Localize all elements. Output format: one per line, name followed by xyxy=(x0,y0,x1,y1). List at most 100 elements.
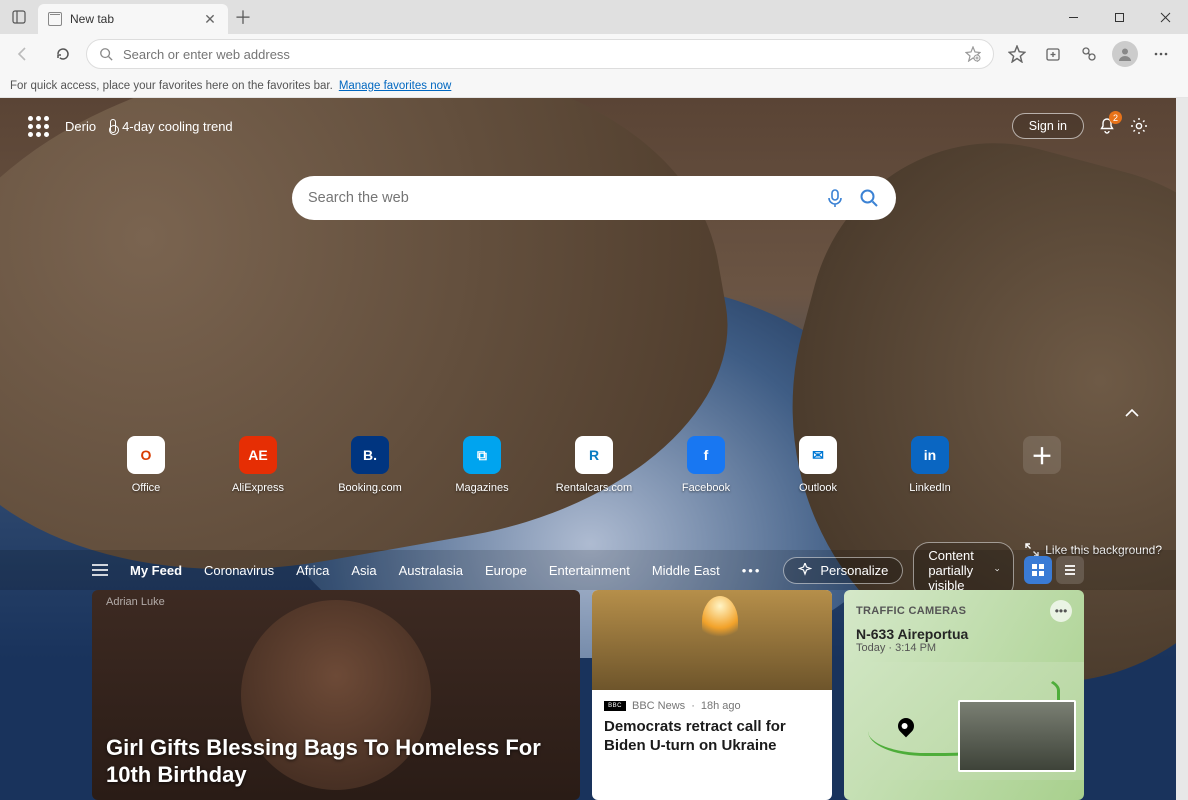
plus-icon: ＋ xyxy=(1023,436,1061,474)
sparkle-icon xyxy=(798,563,812,577)
quick-link-tile[interactable]: O Office xyxy=(114,436,178,494)
new-tab-content: Derio 4-day cooling trend Sign in 2 O Off… xyxy=(0,98,1188,800)
traffic-map[interactable] xyxy=(844,662,1084,780)
minimize-button[interactable] xyxy=(1050,0,1096,34)
add-favorite-icon[interactable] xyxy=(965,46,981,62)
profile-button[interactable] xyxy=(1108,37,1142,71)
tile-icon: in xyxy=(911,436,949,474)
quick-link-tile[interactable]: in LinkedIn xyxy=(898,436,962,494)
tile-icon: B. xyxy=(351,436,389,474)
feed-more-button[interactable]: ••• xyxy=(742,563,762,578)
window-controls xyxy=(1050,0,1188,34)
list-view-button[interactable] xyxy=(1056,556,1084,584)
favorites-hint: For quick access, place your favorites h… xyxy=(10,80,333,92)
location-label[interactable]: Derio xyxy=(65,119,96,134)
settings-button[interactable] xyxy=(1130,117,1148,135)
search-icon[interactable] xyxy=(858,187,880,209)
maximize-button[interactable] xyxy=(1096,0,1142,34)
feed-menu-button[interactable] xyxy=(92,564,108,576)
collections-button[interactable] xyxy=(1036,37,1070,71)
card-credit: Adrian Luke xyxy=(106,596,165,608)
tab-close-button[interactable]: ✕ xyxy=(202,11,218,27)
favorites-bar: For quick access, place your favorites h… xyxy=(0,74,1188,98)
feed-tab[interactable]: Africa xyxy=(296,563,329,578)
notification-badge: 2 xyxy=(1109,111,1122,124)
traffic-timestamp: Today · 3:14 PM xyxy=(844,642,1084,654)
tile-icon: ✉ xyxy=(799,436,837,474)
tile-label: Office xyxy=(132,482,161,494)
tab-favicon-icon xyxy=(48,12,62,26)
view-toggle xyxy=(1024,556,1084,584)
feed-tab[interactable]: Middle East xyxy=(652,563,720,578)
add-tile-button[interactable]: ＋ xyxy=(1010,436,1074,494)
web-search-bar[interactable] xyxy=(292,176,896,220)
chevron-down-icon xyxy=(995,567,999,573)
browser-tab[interactable]: New tab ✕ xyxy=(38,4,228,34)
weather-widget[interactable]: 4-day cooling trend xyxy=(110,119,233,134)
tile-icon: f xyxy=(687,436,725,474)
weather-text: 4-day cooling trend xyxy=(122,119,233,134)
new-tab-button[interactable]: ＋ xyxy=(228,0,258,34)
back-button xyxy=(6,37,40,71)
card-image xyxy=(592,590,832,690)
collapse-tiles-button[interactable] xyxy=(1124,408,1140,418)
manage-favorites-link[interactable]: Manage favorites now xyxy=(339,80,452,92)
gear-icon xyxy=(1130,117,1148,135)
scrollbar[interactable] xyxy=(1176,98,1188,800)
more-button[interactable] xyxy=(1144,37,1178,71)
quick-link-tile[interactable]: ⧉ Magazines xyxy=(450,436,514,494)
tile-label: Facebook xyxy=(682,482,730,494)
tile-icon: R xyxy=(575,436,613,474)
address-bar[interactable] xyxy=(86,39,994,69)
feed-nav: My Feed Coronavirus Africa Asia Australasia… xyxy=(0,550,1176,590)
grid-view-button[interactable] xyxy=(1024,556,1052,584)
feed-row: Adrian Luke Girl Gifts Blessing Bags To … xyxy=(92,590,1084,800)
toolbar xyxy=(0,34,1188,74)
tab-title: New tab xyxy=(70,12,194,26)
card-more-button[interactable]: ••• xyxy=(1050,600,1072,622)
address-input[interactable] xyxy=(123,47,955,62)
card-title: TRAFFIC CAMERAS xyxy=(856,605,966,617)
tile-label: Magazines xyxy=(455,482,508,494)
app-launcher-icon[interactable] xyxy=(28,116,49,137)
tile-icon: O xyxy=(127,436,165,474)
feed-tab[interactable]: Europe xyxy=(485,563,527,578)
tile-label: AliExpress xyxy=(232,482,284,494)
tile-label: Outlook xyxy=(799,482,837,494)
quick-link-tile[interactable]: ✉ Outlook xyxy=(786,436,850,494)
notifications-button[interactable]: 2 xyxy=(1098,117,1116,135)
extensions-button[interactable] xyxy=(1072,37,1106,71)
thermometer-icon xyxy=(110,119,116,133)
signin-button[interactable]: Sign in xyxy=(1012,113,1084,139)
quick-link-tile[interactable]: B. Booking.com xyxy=(338,436,402,494)
personalize-button[interactable]: Personalize xyxy=(783,557,903,584)
tile-label: LinkedIn xyxy=(909,482,951,494)
feed-tab[interactable]: Entertainment xyxy=(549,563,630,578)
tile-label: Booking.com xyxy=(338,482,402,494)
tile-icon: ⧉ xyxy=(463,436,501,474)
feed-tab-myfeed[interactable]: My Feed xyxy=(130,563,182,578)
feed-card-traffic[interactable]: TRAFFIC CAMERAS ••• N-633 Aireportua Tod… xyxy=(844,590,1084,800)
tab-actions-icon[interactable] xyxy=(0,0,38,34)
quick-link-tile[interactable]: RRentalcars.com xyxy=(562,436,626,494)
refresh-button[interactable] xyxy=(46,37,80,71)
search-icon xyxy=(99,47,113,61)
mic-icon[interactable] xyxy=(824,187,846,209)
camera-thumbnail[interactable] xyxy=(958,700,1076,772)
bbc-logo-icon: BBC xyxy=(604,701,626,711)
feed-card-hero[interactable]: Adrian Luke Girl Gifts Blessing Bags To … xyxy=(92,590,580,800)
quick-link-tile[interactable]: AEAliExpress xyxy=(226,436,290,494)
feed-card-news[interactable]: BBC BBC News · 18h ago Democrats retract… xyxy=(592,590,832,800)
close-window-button[interactable] xyxy=(1142,0,1188,34)
quick-link-tile[interactable]: f Facebook xyxy=(674,436,738,494)
ntp-header: Derio 4-day cooling trend Sign in 2 xyxy=(0,98,1176,154)
traffic-location: N-633 Aireportua xyxy=(844,626,1084,642)
feed-tab[interactable]: Australasia xyxy=(399,563,463,578)
card-headline: Democrats retract call for Biden U-turn … xyxy=(604,718,820,756)
card-headline: Girl Gifts Blessing Bags To Homeless For… xyxy=(106,735,566,788)
feed-tab[interactable]: Coronavirus xyxy=(204,563,274,578)
titlebar: New tab ✕ ＋ xyxy=(0,0,1188,34)
web-search-input[interactable] xyxy=(308,190,812,206)
favorites-button[interactable] xyxy=(1000,37,1034,71)
feed-tab[interactable]: Asia xyxy=(351,563,376,578)
